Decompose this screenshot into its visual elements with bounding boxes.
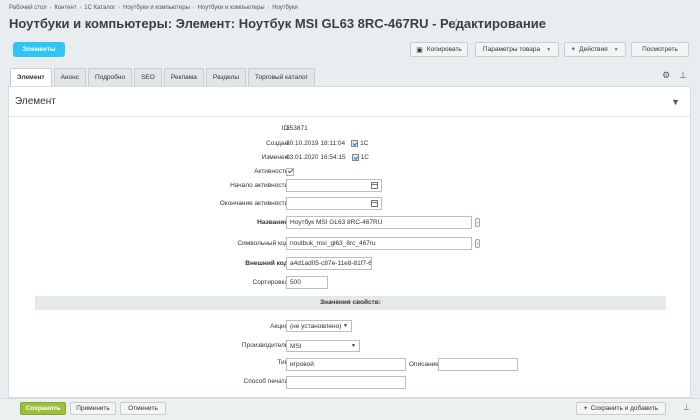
name-input[interactable]: Ноутбук MSI GL63 8RC-467RU bbox=[286, 216, 472, 229]
code-input[interactable]: noutbuk_msi_gl63_8rc_467ru bbox=[286, 237, 472, 250]
tab-bar: Элемент Анонс Подробно SEO Реклама Разде… bbox=[10, 68, 317, 86]
tab-announce[interactable]: Анонс bbox=[53, 68, 86, 86]
cancel-button[interactable]: Отменить bbox=[120, 402, 166, 415]
copy-icon: ▣ bbox=[416, 46, 423, 54]
product-params-label: Параметры товара bbox=[482, 46, 541, 53]
chevron-right-icon: › bbox=[118, 4, 121, 11]
footer-bar: Сохранить Применить Отменить + Сохранить… bbox=[0, 398, 700, 420]
save-and-add-label: Сохранить и добавить bbox=[590, 405, 659, 412]
action-selected: (не установлено) bbox=[290, 322, 342, 330]
action-select[interactable]: (не установлено) ▼ bbox=[286, 320, 352, 332]
transliterate-icon[interactable] bbox=[475, 218, 480, 227]
save-button[interactable]: Сохранить bbox=[20, 402, 66, 415]
breadcrumb-item[interactable]: Рабочий стол bbox=[9, 5, 47, 11]
xml-input[interactable]: a4d1ad05-c87e-11e8-81f7-6 bbox=[286, 257, 372, 270]
save-and-add-button[interactable]: + Сохранить и добавить bbox=[576, 402, 666, 415]
view-button[interactable]: Посмотреть bbox=[631, 42, 689, 57]
active-to-input[interactable] bbox=[286, 197, 382, 210]
active-from-input[interactable] bbox=[286, 179, 382, 192]
created-value: 30.10.2019 18:11:04 1C bbox=[286, 140, 368, 147]
maker-select[interactable]: MSI ▼ bbox=[286, 340, 360, 352]
breadcrumb-item[interactable]: Ноутбуки bbox=[272, 5, 298, 11]
collapse-icon[interactable]: ▼ bbox=[671, 97, 680, 107]
chevron-down-icon: ▼ bbox=[343, 323, 348, 329]
created-by[interactable]: 1C bbox=[360, 140, 368, 147]
tab-sections[interactable]: Разделы bbox=[205, 68, 247, 86]
pin-icon[interactable]: ⊥ bbox=[683, 403, 690, 412]
chevron-down-icon: ▼ bbox=[351, 343, 356, 349]
panel-title: Элемент bbox=[15, 96, 56, 107]
active-checkbox[interactable] bbox=[286, 168, 294, 176]
breadcrumb-item[interactable]: Ноутбуки и компьютеры bbox=[198, 5, 265, 11]
pin-icon[interactable]: ⊥ bbox=[679, 70, 687, 81]
active-label: Активность: bbox=[254, 168, 290, 175]
apply-button[interactable]: Применить bbox=[70, 402, 116, 415]
copy-button[interactable]: ▣ Копировать bbox=[410, 42, 468, 57]
tab-tools: ⚙ ⊥ bbox=[662, 70, 687, 81]
sort-input[interactable]: 500 bbox=[286, 276, 328, 289]
panel-header: Элемент ▼ bbox=[9, 87, 690, 117]
changed-by[interactable]: 1C bbox=[361, 154, 369, 161]
star-icon[interactable]: ☆ bbox=[451, 16, 462, 30]
breadcrumb-item[interactable]: Ноутбуки и компьютеры bbox=[123, 5, 190, 11]
elements-button[interactable]: Элементы bbox=[13, 42, 65, 57]
product-params-button[interactable]: Параметры товара ▼ bbox=[475, 42, 559, 57]
maker-label: Производитель: bbox=[241, 342, 290, 349]
tab-trade-catalog[interactable]: Торговый каталог bbox=[248, 68, 315, 86]
actions-label: Действия bbox=[579, 46, 608, 53]
calendar-icon[interactable] bbox=[371, 200, 378, 207]
xml-label: Внешний код: bbox=[245, 260, 290, 267]
sort-label: Сортировка: bbox=[252, 279, 290, 286]
active-from-label: Начало активности: bbox=[230, 182, 290, 189]
changed-date: 03.01.2020 16:54:15 bbox=[286, 154, 346, 162]
created-date: 30.10.2019 18:11:04 bbox=[286, 140, 346, 148]
tab-seo[interactable]: SEO bbox=[134, 68, 162, 86]
actions-button[interactable]: + Действия ▼ bbox=[564, 42, 626, 57]
tab-element[interactable]: Элемент bbox=[10, 68, 52, 86]
plus-icon: + bbox=[583, 405, 588, 412]
link-icon[interactable] bbox=[475, 239, 480, 248]
chevron-right-icon: › bbox=[267, 4, 270, 11]
code-label: Символьный код: bbox=[237, 240, 290, 247]
id-value: 353871 bbox=[286, 125, 308, 132]
print-input[interactable] bbox=[286, 376, 406, 389]
print-label: Способ печати: bbox=[243, 378, 291, 385]
page-title: Ноутбуки и компьютеры: Элемент: Ноутбук … bbox=[9, 16, 546, 31]
active-to-label: Окончание активности: bbox=[219, 200, 290, 207]
breadcrumb: Рабочий стол › Контент › 1С Каталог › Ноутб… bbox=[9, 3, 301, 12]
description-input[interactable] bbox=[438, 358, 518, 371]
type-input[interactable]: игровой bbox=[286, 358, 406, 371]
maker-selected: MSI bbox=[290, 342, 302, 350]
tab-advertising[interactable]: Реклама bbox=[163, 68, 204, 86]
chevron-down-icon: ▼ bbox=[613, 46, 619, 53]
user-link-icon[interactable] bbox=[351, 140, 359, 147]
description-label: Описание bbox=[409, 361, 439, 368]
breadcrumb-item[interactable]: Контент bbox=[54, 5, 76, 11]
properties-header: Значения свойств: bbox=[35, 296, 666, 310]
tab-details[interactable]: Подробно bbox=[87, 68, 133, 86]
breadcrumb-item[interactable]: 1С Каталог bbox=[84, 5, 115, 11]
element-panel: Элемент ▼ ID: 353871 Создан: 30.10.2019 … bbox=[8, 86, 691, 398]
calendar-icon[interactable] bbox=[371, 182, 378, 189]
user-link-icon[interactable] bbox=[351, 154, 359, 161]
gear-icon[interactable]: ⚙ bbox=[662, 70, 670, 81]
copy-label: Копировать bbox=[426, 46, 462, 53]
plus-icon: + bbox=[571, 46, 576, 53]
chevron-right-icon: › bbox=[79, 4, 82, 11]
chevron-right-icon: › bbox=[49, 4, 52, 11]
chevron-down-icon: ▼ bbox=[546, 46, 552, 53]
chevron-right-icon: › bbox=[192, 4, 195, 11]
changed-value: 03.01.2020 16:54:15 1C bbox=[286, 154, 369, 161]
